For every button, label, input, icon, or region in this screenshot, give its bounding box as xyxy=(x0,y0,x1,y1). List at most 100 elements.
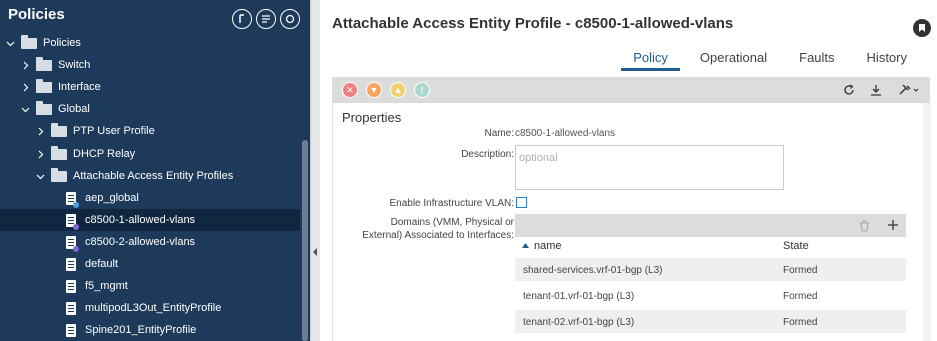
tree-item-default[interactable]: default xyxy=(0,253,300,275)
tree-item-aep-global[interactable]: aep_global xyxy=(0,187,300,209)
download-icon[interactable] xyxy=(869,83,883,97)
tree-item-policies[interactable]: Policies xyxy=(0,32,300,54)
sort-ascending-icon[interactable] xyxy=(522,243,529,248)
description-input[interactable] xyxy=(516,146,783,170)
fault-toolbar: ✕ ▼ ▲ ! xyxy=(332,77,930,103)
policy-doc-icon xyxy=(66,213,79,230)
policy-doc-icon xyxy=(66,235,79,252)
tree-item-label: default xyxy=(85,258,119,270)
properties-heading: Properties xyxy=(342,110,402,125)
table-row[interactable]: shared-services.vrf-01-bgp (L3) Formed xyxy=(515,258,906,282)
policy-doc-icon xyxy=(66,257,76,271)
chevron-right-icon[interactable] xyxy=(20,60,30,70)
policy-doc-icon xyxy=(66,279,76,293)
domain-state: Formed xyxy=(783,265,818,276)
tree-item-dhcp-relay[interactable]: DHCP Relay xyxy=(0,143,300,165)
folder-icon xyxy=(51,145,67,160)
chevron-down-icon[interactable] xyxy=(5,38,15,48)
name-value: c8500-1-allowed-vlans xyxy=(515,128,616,139)
tree-item-interface[interactable]: Interface xyxy=(0,76,300,98)
tree-item-label: Spine201_EntityProfile xyxy=(85,324,197,336)
tab-bar: Policy Operational Faults History xyxy=(617,48,923,71)
add-icon[interactable] xyxy=(887,219,899,231)
tools-menu-icon[interactable] xyxy=(898,83,920,97)
tree-item-label: Interface xyxy=(58,81,101,93)
folder-icon xyxy=(21,34,37,49)
tree-item-multipod-l3out[interactable]: multipodL3Out_EntityProfile xyxy=(0,297,300,319)
nav-title: Policies xyxy=(8,6,65,23)
chevron-down-icon[interactable] xyxy=(20,104,30,114)
name-label: Name: xyxy=(484,128,514,139)
domain-state: Formed xyxy=(783,291,818,302)
refresh-icon[interactable] xyxy=(280,9,300,29)
domain-state: Formed xyxy=(783,317,818,328)
chevron-right-icon[interactable] xyxy=(35,149,45,159)
collapse-arrow-icon[interactable] xyxy=(312,247,318,257)
tree-item-label: DHCP Relay xyxy=(73,148,136,160)
folder-icon xyxy=(51,122,67,137)
panel-scrollbar[interactable] xyxy=(923,103,931,341)
tree-item-label: PTP User Profile xyxy=(73,125,155,137)
domains-toolbar xyxy=(515,214,906,237)
work-pane: Attachable Access Entity Profile - c8500… xyxy=(320,0,937,341)
folder-icon xyxy=(36,100,52,115)
description-label: Description: xyxy=(461,149,514,160)
minor-fault-icon[interactable]: ▲ xyxy=(390,82,406,98)
tree-item-c8500-1-allowed-vlans[interactable]: c8500-1-allowed-vlans xyxy=(0,209,300,231)
tree-item-ptp-user-profile[interactable]: PTP User Profile xyxy=(0,120,300,142)
domains-label-line2: External) Associated to Interfaces: xyxy=(362,230,514,241)
column-header-state[interactable]: State xyxy=(783,240,809,252)
folder-icon xyxy=(51,167,67,182)
bookmark-icon[interactable] xyxy=(913,19,931,37)
tree-item-aep-folder[interactable]: Attachable Access Entity Profiles xyxy=(0,165,300,187)
list-view-icon[interactable] xyxy=(256,9,276,29)
tree-item-c8500-2-allowed-vlans[interactable]: c8500-2-allowed-vlans xyxy=(0,231,300,253)
tree-item-label: f5_mgmt xyxy=(85,280,128,292)
tree-item-label: c8500-2-allowed-vlans xyxy=(85,236,196,248)
table-row[interactable]: tenant-01.vrf-01-bgp (L3) Formed xyxy=(515,284,906,308)
domains-table-header: name State xyxy=(515,237,906,257)
domain-name: tenant-01.vrf-01-bgp (L3) xyxy=(523,291,635,302)
tree-item-spine201[interactable]: Spine201_EntityProfile xyxy=(0,319,300,341)
tree-item-label: c8500-1-allowed-vlans xyxy=(85,214,196,226)
description-field[interactable] xyxy=(515,145,784,190)
tree-item-label: aep_global xyxy=(85,192,139,204)
chevron-down-icon[interactable] xyxy=(35,171,45,181)
pane-splitter[interactable] xyxy=(310,0,320,341)
policy-doc-icon xyxy=(66,301,76,315)
tree-item-label: Policies xyxy=(43,37,81,49)
tree-item-label: Switch xyxy=(58,59,91,71)
table-row[interactable]: tenant-02.vrf-01-bgp (L3) Formed xyxy=(515,310,906,334)
refresh-icon[interactable] xyxy=(842,83,856,97)
infra-vlan-label: Enable Infrastructure VLAN: xyxy=(389,198,514,209)
navigation-pane: Policies Policies Switch Interface Globa… xyxy=(0,0,310,341)
folder-icon xyxy=(36,78,52,93)
critical-fault-icon[interactable]: ✕ xyxy=(342,82,358,98)
policy-doc-icon xyxy=(66,323,76,337)
major-fault-icon[interactable]: ▼ xyxy=(366,82,382,98)
page-title: Attachable Access Entity Profile - c8500… xyxy=(332,15,734,32)
domains-label-line1: Domains (VMM, Physical or xyxy=(390,217,514,228)
nav-scrollbar[interactable] xyxy=(302,140,308,341)
tab-history[interactable]: History xyxy=(851,48,923,71)
tree-item-label: Global xyxy=(58,103,90,115)
chevron-right-icon[interactable] xyxy=(20,82,30,92)
quick-start-icon[interactable] xyxy=(232,9,252,29)
tree-item-global[interactable]: Global xyxy=(0,98,300,120)
warning-fault-icon[interactable]: ! xyxy=(414,82,430,98)
chevron-right-icon[interactable] xyxy=(35,126,45,136)
policy-doc-icon xyxy=(66,191,79,208)
tab-operational[interactable]: Operational xyxy=(684,48,783,71)
properties-panel: Properties Name: c8500-1-allowed-vlans D… xyxy=(332,103,931,341)
nav-actions xyxy=(232,9,300,29)
domain-name: shared-services.vrf-01-bgp (L3) xyxy=(523,265,663,276)
trash-icon[interactable] xyxy=(859,220,870,232)
tree-item-switch[interactable]: Switch xyxy=(0,54,300,76)
tree-item-f5-mgmt[interactable]: f5_mgmt xyxy=(0,275,300,297)
infra-vlan-checkbox[interactable] xyxy=(516,197,527,208)
tree-item-label: Attachable Access Entity Profiles xyxy=(73,170,234,182)
tree-item-label: multipodL3Out_EntityProfile xyxy=(85,302,222,314)
tab-policy[interactable]: Policy xyxy=(617,48,684,71)
tab-faults[interactable]: Faults xyxy=(783,48,850,71)
column-header-name[interactable]: name xyxy=(534,240,562,252)
